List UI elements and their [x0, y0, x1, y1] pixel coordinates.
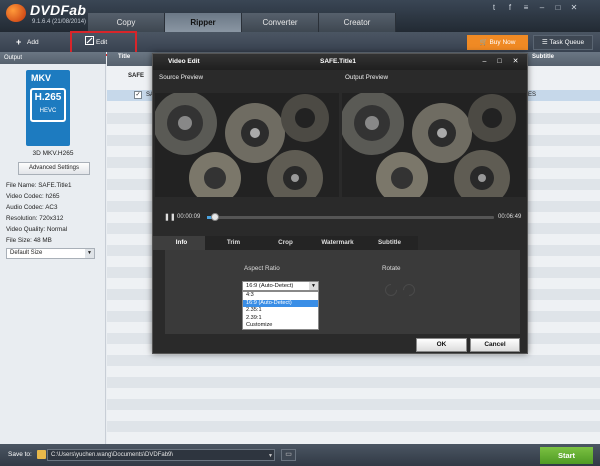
info-file-size: File Size: 48 MB	[6, 237, 52, 244]
output-preview-label: Output Preview	[345, 74, 389, 81]
dvdfab-logo-icon	[6, 4, 26, 22]
tab-info[interactable]: Info	[153, 236, 210, 250]
aspect-option-2-39-1[interactable]: 2.39:1	[243, 315, 318, 323]
info-tab-panel	[165, 250, 520, 334]
output-preview-video	[342, 93, 526, 197]
format-badge-main: H.265	[34, 92, 62, 103]
aspect-ratio-select[interactable]: 16:9 (Auto-Detect) ▼	[242, 281, 319, 291]
current-time: 00:00:09	[177, 214, 201, 220]
format-badge[interactable]: MKV H.265 HEVC	[26, 70, 70, 146]
tab-watermark[interactable]: Watermark	[309, 236, 366, 250]
format-name: 3D MKV.H265	[32, 150, 74, 157]
menu-icon[interactable]: ≡	[521, 3, 531, 13]
row-checkbox[interactable]: ✓	[134, 91, 142, 99]
list-header-subtitle: Subtitle	[532, 54, 554, 60]
add-icon: +	[16, 37, 22, 47]
group-label: SAFE	[128, 73, 145, 79]
row-tail: ES	[528, 92, 537, 98]
info-video-codec: Video Codec: h265	[6, 193, 60, 200]
output-path-select[interactable]: C:\Users\yuchen.wang\Documents\DVDFab9\ ▼	[47, 449, 275, 461]
facebook-icon[interactable]: f	[505, 3, 515, 13]
aspect-ratio-dropdown: 4:3 16:9 (Auto-Detect) 2.35:1 2.39:1 Cus…	[242, 291, 319, 330]
tab-subtitle[interactable]: Subtitle	[361, 236, 418, 250]
empty-row	[107, 421, 600, 432]
format-badge-sub: HEVC	[39, 108, 57, 114]
chevron-down-icon: ▼	[268, 453, 273, 459]
info-filename: File Name: SAFE.Title1	[6, 182, 72, 189]
chevron-down-icon: ▼	[85, 249, 94, 258]
seek-bar[interactable]	[207, 216, 494, 219]
aspect-option-customize[interactable]: Customize	[243, 322, 318, 330]
dialog-close-icon[interactable]: ✕	[511, 57, 520, 66]
empty-row	[107, 355, 600, 366]
dialog-subtitle: SAFE.Title1	[320, 58, 357, 65]
folder-icon	[37, 450, 46, 459]
size-select[interactable]: Default Size ▼	[6, 248, 95, 259]
buy-now-button[interactable]: 🛒 Buy Now	[467, 35, 528, 50]
total-time: 00:06:49	[498, 214, 522, 220]
seek-handle[interactable]	[210, 213, 219, 221]
app-logo: DVDFab	[30, 2, 87, 18]
info-video-quality: Video Quality: Normal	[6, 226, 68, 233]
empty-row	[107, 399, 600, 410]
browse-folder-button[interactable]: ▭	[281, 449, 296, 461]
aspect-option-16-9[interactable]: 16:9 (Auto-Detect)	[243, 299, 318, 307]
cancel-button[interactable]: Cancel	[470, 338, 520, 352]
dialog-maximize-icon[interactable]: □	[495, 57, 504, 66]
tab-ripper[interactable]: Ripper	[165, 13, 242, 32]
tab-creator[interactable]: Creator	[319, 13, 396, 32]
source-preview-video	[155, 93, 339, 197]
maximize-icon[interactable]: □	[553, 3, 563, 13]
ok-button[interactable]: OK	[416, 338, 467, 352]
chevron-down-icon: ▼	[309, 282, 318, 290]
advanced-settings-button[interactable]: Advanced Settings	[18, 162, 90, 175]
save-to-label: Save to:	[8, 451, 32, 458]
dialog-minimize-icon[interactable]: –	[480, 57, 489, 66]
info-audio-codec: Audio Codec: AC3	[6, 204, 58, 211]
empty-row	[107, 377, 600, 388]
close-icon[interactable]: ✕	[569, 3, 579, 13]
aspect-ratio-label: Aspect Ratio	[244, 265, 280, 272]
dialog-title: Video Edit	[168, 58, 200, 65]
add-button[interactable]: Add	[27, 36, 39, 49]
task-queue-button[interactable]: ☰ Task Queue	[533, 35, 593, 50]
pause-icon[interactable]: ❚❚	[164, 213, 176, 221]
rotate-label: Rotate	[382, 265, 401, 272]
tab-crop[interactable]: Crop	[257, 236, 314, 250]
start-button[interactable]: Start	[540, 447, 593, 464]
twitter-icon[interactable]: t	[489, 3, 499, 13]
output-header: Output	[0, 52, 106, 64]
tab-copy[interactable]: Copy	[88, 13, 165, 32]
cart-icon: 🛒	[479, 39, 490, 46]
aspect-option-2-35-1[interactable]: 2.35:1	[243, 307, 318, 315]
source-preview-label: Source Preview	[159, 74, 204, 81]
format-badge-top: MKV	[31, 73, 51, 83]
list-header-title: Title	[118, 54, 131, 60]
app-version: 9.1.6.4 (21/08/2014)	[32, 19, 87, 25]
tab-trim[interactable]: Trim	[205, 236, 262, 250]
aspect-option-4-3[interactable]: 4:3	[243, 292, 318, 300]
tab-converter[interactable]: Converter	[242, 13, 319, 32]
info-resolution: Resolution: 720x312	[6, 215, 64, 222]
minimize-icon[interactable]: –	[537, 3, 547, 13]
